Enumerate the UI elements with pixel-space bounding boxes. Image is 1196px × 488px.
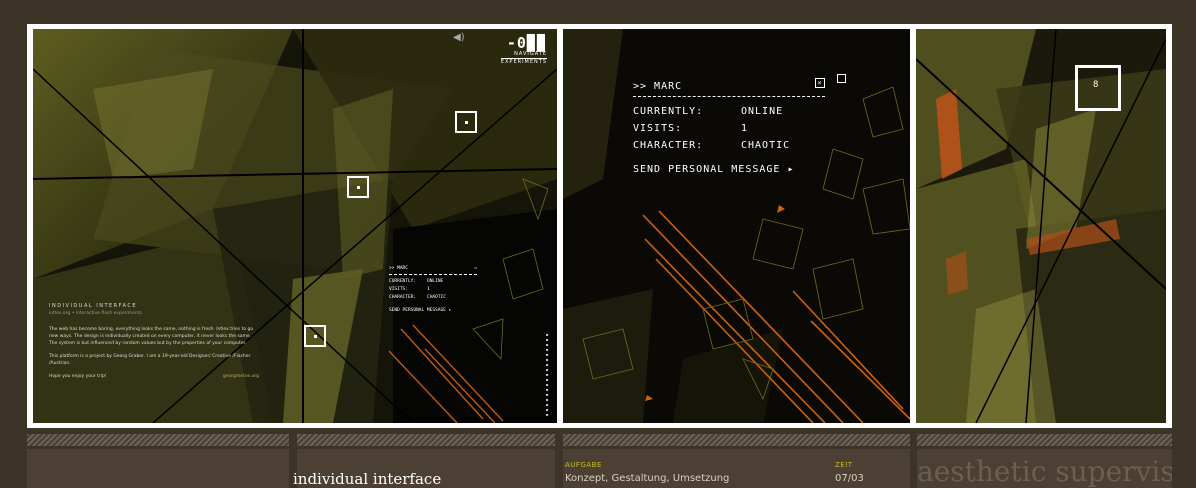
intro-title: INDIVIDUAL INTERFACE xyxy=(49,303,138,309)
navigate-label[interactable]: NAVIGATE xyxy=(500,51,547,59)
currently-value: ONLINE xyxy=(741,106,784,117)
info-block xyxy=(27,449,289,488)
user-card: >> MARC × CURRENTLY: ONLINE VISITS: 1 CHAR… xyxy=(633,78,825,178)
mini-character-label: CHARACTER: xyxy=(389,295,417,300)
intro-paragraph: The web has become boring, everything lo… xyxy=(49,327,254,346)
mini-character-value: CHAOTIC xyxy=(427,295,446,300)
intro-paragraph: This platform is a project by Georg Grab… xyxy=(49,354,251,366)
node-marker[interactable] xyxy=(837,74,846,83)
mini-send-message-link[interactable]: SEND PERSONAL MESSAGE ▸ xyxy=(389,307,477,315)
visits-value: 1 xyxy=(741,123,749,134)
aesthetic-supervision-heading: aesthetic supervision xyxy=(917,456,1172,488)
striped-divider xyxy=(563,434,910,446)
vertical-scroll-marker[interactable]: ▪ ▪ ▪ ▪ ▪ ▪ ▪ ▪ ▪ ▪ ▪ ▪ ▪ ▪ ▪ ▪ ▪ xyxy=(543,332,551,417)
intro-closing: Hope you enjoy your trip! xyxy=(49,374,107,379)
close-icon[interactable]: × xyxy=(815,78,825,88)
user-node-square[interactable] xyxy=(347,176,369,198)
aufgabe-label: AUFGABE xyxy=(565,461,602,469)
mini-visits-label: VISITS: xyxy=(389,287,408,292)
mini-card-header: >> MARC xyxy=(389,266,408,271)
mini-currently-value: ONLINE xyxy=(427,279,444,284)
project-title: individual interface xyxy=(293,470,442,488)
experiments-label[interactable]: EXPERIMENTS xyxy=(501,59,547,66)
screenshot-frame: ◀) -0▉▉ NAVIGATE EXPERIMENTS INDIVIDUAL … xyxy=(27,24,1172,428)
user-node-square[interactable] xyxy=(455,111,477,133)
striped-divider xyxy=(27,434,289,446)
panel-user-card-zoom: >> MARC × CURRENTLY: ONLINE VISITS: 1 CHAR… xyxy=(563,29,910,423)
character-label: CHARACTER: xyxy=(633,140,704,151)
character-value: CHAOTIC xyxy=(741,140,791,151)
abstract-artwork xyxy=(916,29,1166,423)
user-node-square[interactable] xyxy=(304,325,326,347)
speaker-icon[interactable]: ◀) xyxy=(453,32,465,43)
visits-label: VISITS: xyxy=(633,123,683,134)
intro-subtitle: intlex.org • interactive flash experimen… xyxy=(49,311,142,316)
currently-label: CURRENTLY: xyxy=(633,106,704,117)
send-message-link[interactable]: SEND PERSONAL MESSAGE ▸ xyxy=(633,161,825,178)
aufgabe-value: Konzept, Gestaltung, Umsetzung xyxy=(565,473,730,484)
striped-divider xyxy=(917,434,1172,446)
card-header: >> MARC xyxy=(633,81,683,92)
navigate-logo[interactable]: -0▉▉ NAVIGATE EXPERIMENTS xyxy=(500,34,547,66)
zeit-value: 07/03 xyxy=(835,473,864,484)
mini-user-card: >> MARC ▫ CURRENTLY: ONLINE VISITS: 1 CHAR… xyxy=(389,265,477,315)
mini-currently-label: CURRENTLY: xyxy=(389,279,417,284)
zeit-label: ZEIT xyxy=(835,461,853,469)
author-site-link[interactable]: georgmetex.org xyxy=(223,373,259,380)
striped-divider xyxy=(297,434,555,446)
intro-text-block: INDIVIDUAL INTERFACE intlex.org • intera… xyxy=(49,303,259,380)
user-node-square-large[interactable]: 8 xyxy=(1075,65,1121,111)
logo-mark: -0▉▉ xyxy=(506,34,547,52)
panel-main-interface: ◀) -0▉▉ NAVIGATE EXPERIMENTS INDIVIDUAL … xyxy=(33,29,557,423)
node-label: 8 xyxy=(1093,80,1099,90)
mini-close-icon[interactable]: ▫ xyxy=(474,265,477,273)
mini-visits-value: 1 xyxy=(427,287,430,292)
panel-artwork-detail: 8 xyxy=(916,29,1166,423)
